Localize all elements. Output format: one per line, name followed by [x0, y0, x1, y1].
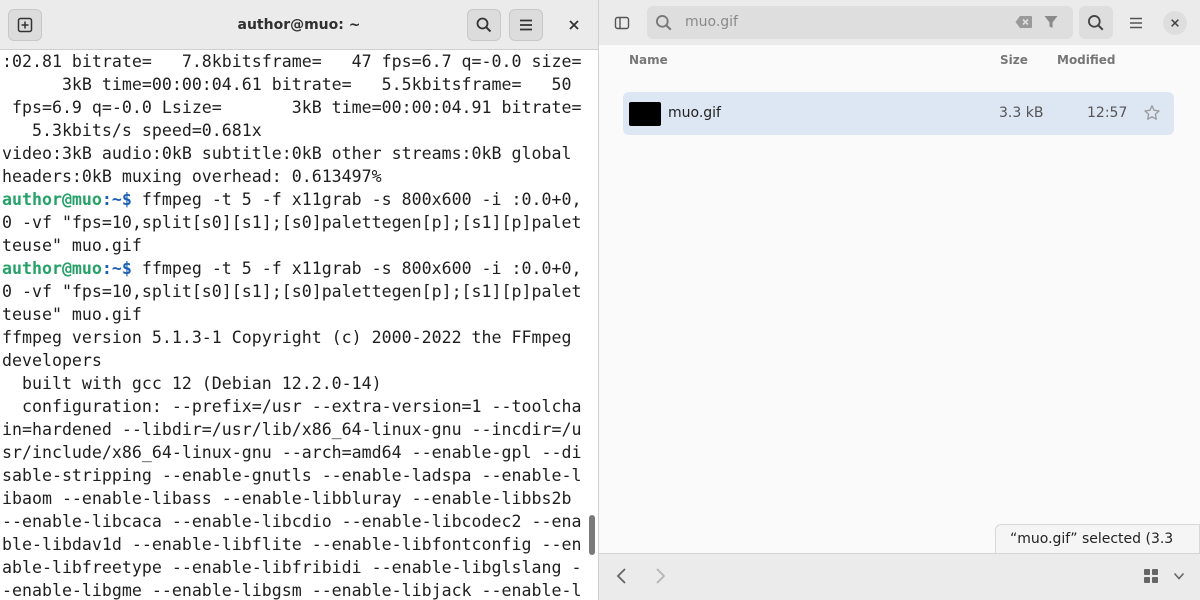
terminal-output-line: ble-libdav1d --enable-libflite --enable-… — [2, 535, 582, 554]
file-row[interactable]: muo.gif 3.3 kB 12:57 — [623, 92, 1174, 135]
terminal-search-button[interactable] — [467, 9, 501, 41]
terminal-menu-button[interactable] — [509, 9, 543, 41]
file-manager-footer — [599, 553, 1200, 600]
search-icon — [656, 15, 672, 31]
terminal-output-line: sr/include/x86_64-linux-gnu --arch=amd64… — [2, 443, 582, 462]
close-button-circle — [1163, 10, 1187, 35]
file-search-bar[interactable]: muo.gif — [647, 6, 1073, 39]
terminal-output-line: 3kB time=00:00:04.61 bitrate= 5.5kbitsfr… — [2, 75, 572, 94]
sidebar-toggle-button[interactable] — [605, 6, 639, 39]
file-search-toggle-button[interactable] — [1079, 6, 1113, 39]
grid-view-icon[interactable] — [1143, 568, 1159, 584]
terminal-output-line: teuse" muo.gif — [2, 305, 142, 324]
terminal-output-line: developers — [2, 351, 102, 370]
terminal-command-line: author@muo:~$ ffmpeg -t 5 -f x11grab -s … — [2, 188, 584, 211]
chevron-down-icon[interactable] — [1173, 571, 1185, 581]
terminal-output-line: able-libfreetype --enable-libfribidi --e… — [2, 558, 582, 577]
new-tab-icon — [17, 17, 33, 33]
sidebar-toggle-icon — [614, 16, 630, 29]
terminal-output-line: video:3kB audio:0kB subtitle:0kB other s… — [2, 144, 572, 163]
terminal-output-line: -enable-libgme --enable-libgsm --enable-… — [2, 581, 582, 600]
terminal-output[interactable]: :02.81 bitrate= 7.8kbitsframe= 47 fps=6.… — [0, 50, 584, 600]
terminal-scrollbar-thumb[interactable] — [589, 515, 595, 555]
star-icon[interactable] — [1143, 104, 1161, 122]
file-manager-menu-button[interactable] — [1119, 6, 1153, 39]
column-header-name[interactable]: Name — [629, 53, 668, 67]
file-thumbnail — [629, 102, 661, 126]
close-icon — [1171, 18, 1179, 27]
back-icon[interactable] — [615, 566, 629, 586]
file-name: muo.gif — [668, 105, 721, 121]
clear-search-icon[interactable] — [1015, 15, 1033, 29]
selection-status: “muo.gif” selected (3.3 kB) — [995, 524, 1200, 575]
search-icon — [1088, 14, 1104, 30]
terminal-command-line: author@muo:~$ ffmpeg -t 5 -f x11grab -s … — [2, 257, 584, 280]
prompt-path: :~$ — [101, 259, 132, 278]
file-size: 3.3 kB — [999, 105, 1044, 121]
terminal-output-line: 5.3kbits/s speed=0.681x — [2, 121, 262, 140]
terminal-output-line: sable-stripping --enable-gnutls --enable… — [2, 466, 582, 485]
hamburger-menu-icon — [1130, 17, 1142, 28]
prompt-user: author@muo — [2, 259, 102, 278]
file-manager-close-button[interactable] — [1158, 6, 1192, 39]
terminal-output-line: ffmpeg version 5.1.3-1 Copyright (c) 200… — [2, 328, 572, 347]
terminal-output-line: fps=6.9 q=-0.0 Lsize= 3kB time=00:00:04.… — [2, 98, 582, 117]
terminal-output-line: headers:0kB muxing overhead: 0.613497% — [2, 167, 382, 186]
terminal-output-line: --enable-libcaca --enable-libcdio --enab… — [2, 512, 582, 531]
column-header-modified[interactable]: Modified — [1057, 53, 1116, 67]
terminal-output-line: in=hardened --libdir=/usr/lib/x86_64-lin… — [2, 420, 582, 439]
new-tab-button[interactable] — [8, 9, 42, 41]
forward-icon[interactable] — [653, 566, 667, 586]
terminal-output-line: ibaom --enable-libass --enable-libbluray… — [2, 489, 572, 508]
terminal-output-line: 0 -vf "fps=10,split[s0][s1];[s0]paletteg… — [2, 282, 582, 301]
close-icon — [569, 20, 579, 30]
prompt-user: author@muo — [2, 190, 102, 209]
file-manager-headerbar: muo.gif — [599, 0, 1200, 45]
hamburger-menu-icon — [520, 19, 532, 31]
file-modified: 12:57 — [1087, 105, 1128, 121]
terminal-output-line: :02.81 bitrate= 7.8kbitsframe= 47 fps=6.… — [2, 52, 582, 71]
terminal-window: author@muo: ~ :02.81 bitrate= 7.8kbitsfr… — [0, 0, 598, 600]
terminal-scrollbar[interactable] — [586, 50, 596, 600]
terminal-output-line: 0 -vf "fps=10,split[s0][s1];[s0]paletteg… — [2, 213, 582, 232]
terminal-output-line: teuse" muo.gif — [2, 236, 142, 255]
terminal-output-line: configuration: --prefix=/usr --extra-ver… — [2, 397, 582, 416]
terminal-output-line: built with gcc 12 (Debian 12.2.0-14) — [2, 374, 382, 393]
command-text: ffmpeg -t 5 -f x11grab -s 800x600 -i :0.… — [131, 259, 582, 278]
search-icon — [476, 17, 492, 33]
prompt-path: :~$ — [101, 190, 132, 209]
command-text: ffmpeg -t 5 -f x11grab -s 800x600 -i :0.… — [131, 190, 582, 209]
column-header-size[interactable]: Size — [1000, 53, 1028, 67]
terminal-headerbar: author@muo: ~ — [0, 0, 598, 50]
terminal-close-button[interactable] — [564, 15, 584, 35]
file-manager-window: muo.gif Name Size Modified muo.gif 3.3 k… — [598, 0, 1200, 600]
filter-icon[interactable] — [1043, 14, 1059, 30]
search-input[interactable]: muo.gif — [685, 6, 738, 39]
